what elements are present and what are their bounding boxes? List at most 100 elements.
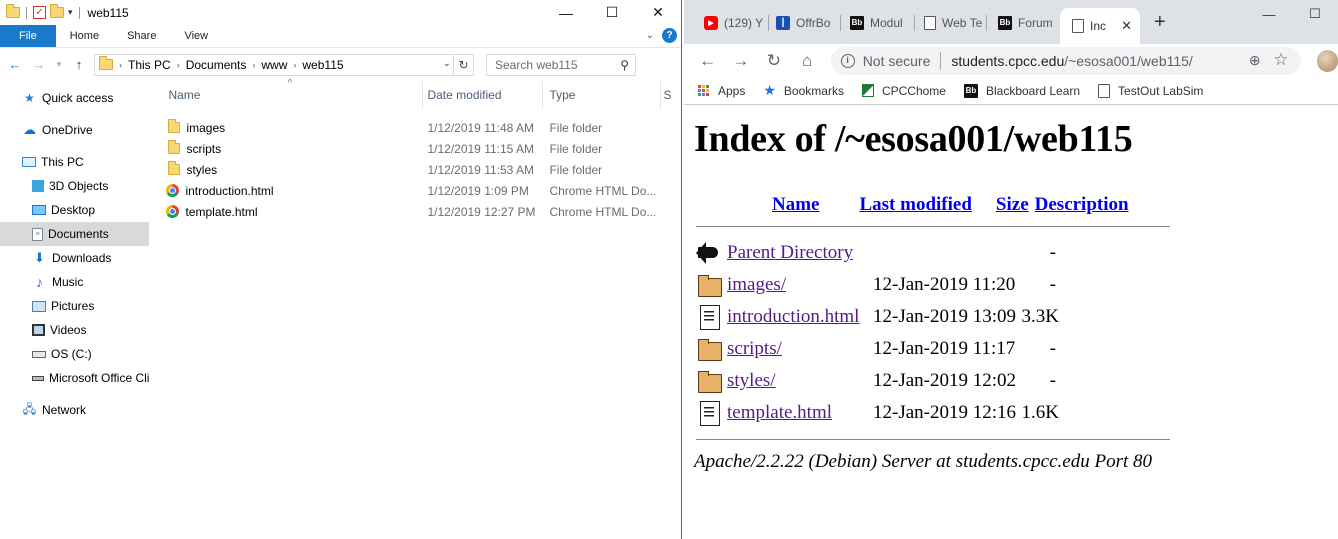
nav-item-onedrive[interactable]: ☁ OneDrive bbox=[0, 118, 149, 142]
nav-item-os-c[interactable]: OS (C:) bbox=[0, 342, 149, 366]
zoom-icon[interactable]: ⊕ bbox=[1249, 52, 1261, 69]
chevron-right-icon[interactable]: › bbox=[177, 60, 180, 70]
sort-by-modified-link[interactable]: Last modified bbox=[859, 194, 971, 216]
address-bar[interactable]: › This PC › Documents › www › web115 ⌄ ↻ bbox=[94, 53, 474, 76]
minimize-button[interactable]: — bbox=[1246, 0, 1292, 28]
browser-tab-forum[interactable]: Bb Forum bbox=[986, 8, 1062, 37]
refresh-icon[interactable]: ↻ bbox=[453, 54, 473, 75]
back-arrow-icon[interactable]: ← bbox=[6, 57, 24, 72]
omnibox[interactable]: i Not secure students.cpcc.edu/~esosa001… bbox=[830, 46, 1301, 75]
address-dropdown-icon[interactable]: ⌄ bbox=[443, 58, 451, 69]
breadcrumb-www[interactable]: www bbox=[261, 58, 287, 72]
nav-item-microsoft-office[interactable]: Microsoft Office Cli bbox=[0, 366, 149, 390]
listing-row: scripts/ 12-Jan-2019 11:17 - bbox=[696, 333, 1172, 365]
tab-file[interactable]: File bbox=[0, 25, 56, 47]
nav-item-desktop[interactable]: Desktop bbox=[0, 198, 149, 222]
up-arrow-icon[interactable]: ↑ bbox=[70, 57, 88, 72]
close-tab-icon[interactable]: ✕ bbox=[1121, 18, 1132, 34]
nav-item-quick-access[interactable]: ★ Quick access bbox=[0, 86, 149, 110]
browser-tab-modul[interactable]: Bb Modul bbox=[838, 8, 914, 37]
file-type: Chrome HTML Do... bbox=[549, 204, 657, 219]
nav-item-music[interactable]: ♪ Music bbox=[0, 270, 149, 294]
back-arrow-icon[interactable]: ← bbox=[692, 47, 723, 75]
column-header-type[interactable]: Type bbox=[543, 81, 662, 109]
entry-link-introduction[interactable]: introduction.html bbox=[727, 306, 873, 328]
close-button[interactable]: ✕ bbox=[635, 0, 681, 25]
entry-link-images[interactable]: images/ bbox=[727, 274, 873, 296]
file-row-images[interactable]: images 1/12/2019 11:48 AM File folder bbox=[166, 117, 681, 138]
divider bbox=[78, 6, 80, 19]
profile-avatar[interactable] bbox=[1316, 49, 1338, 72]
breadcrumb-documents[interactable]: Documents bbox=[186, 58, 247, 72]
star-icon: ★ bbox=[24, 91, 35, 105]
new-tab-button[interactable]: + bbox=[1154, 11, 1166, 34]
security-label[interactable]: Not secure bbox=[863, 53, 931, 69]
file-row-introduction[interactable]: introduction.html 1/12/2019 1:09 PM Chro… bbox=[166, 180, 681, 201]
browser-tab-offrbo[interactable]: | OffrBo bbox=[764, 8, 842, 37]
nav-item-videos[interactable]: Videos bbox=[0, 318, 149, 342]
window-title: web115 bbox=[87, 5, 129, 20]
entry-link-scripts[interactable]: scripts/ bbox=[727, 338, 873, 360]
parent-directory-link[interactable]: Parent Directory bbox=[727, 242, 873, 264]
customize-dropdown-icon[interactable]: ▾ bbox=[68, 7, 73, 18]
bookmark-blackboard[interactable]: Bb Blackboard Learn bbox=[963, 83, 1080, 98]
entry-link-template[interactable]: template.html bbox=[727, 402, 873, 424]
bookmark-cpcchome[interactable]: CPCChome bbox=[861, 84, 946, 98]
column-header-date-modified[interactable]: Date modified bbox=[423, 81, 544, 109]
nav-item-3d-objects[interactable]: 3D Objects bbox=[0, 174, 149, 198]
chevron-right-icon[interactable]: › bbox=[252, 60, 255, 70]
sort-by-size-link[interactable]: Size bbox=[996, 194, 1029, 216]
file-row-template[interactable]: template.html 1/12/2019 12:27 PM Chrome … bbox=[166, 201, 681, 222]
nav-item-documents[interactable]: ≡ Documents bbox=[0, 222, 150, 246]
url-path: /~esosa001/web115/ bbox=[1064, 52, 1193, 69]
browser-tab-youtube[interactable]: ▶ (129) Y bbox=[692, 8, 768, 37]
home-icon[interactable]: ⌂ bbox=[792, 47, 823, 75]
expand-ribbon-icon[interactable]: ⌄ bbox=[646, 30, 654, 41]
forward-arrow-icon[interactable]: → bbox=[30, 57, 48, 72]
browser-tab-web[interactable]: Web Te bbox=[912, 8, 986, 37]
bookmark-star-icon[interactable]: ☆ bbox=[1273, 50, 1288, 70]
maximize-button[interactable]: ☐ bbox=[1292, 0, 1338, 28]
listing-row: introduction.html 12-Jan-2019 13:09 3.3K bbox=[696, 301, 1172, 333]
search-input[interactable] bbox=[495, 57, 605, 72]
file-type: File folder bbox=[549, 162, 603, 177]
chevron-right-icon[interactable]: › bbox=[293, 60, 296, 70]
properties-icon[interactable]: ✓ bbox=[33, 6, 46, 19]
tab-view[interactable]: View bbox=[170, 25, 222, 47]
new-folder-icon[interactable] bbox=[50, 4, 64, 18]
tab-home[interactable]: Home bbox=[56, 25, 113, 47]
sort-by-name-link[interactable]: Name bbox=[772, 194, 819, 216]
bookmark-testout[interactable]: TestOut LabSim bbox=[1098, 83, 1204, 98]
file-row-scripts[interactable]: scripts 1/12/2019 11:15 AM File folder bbox=[166, 138, 681, 159]
file-date: 1/12/2019 1:09 PM bbox=[427, 183, 529, 198]
minimize-button[interactable]: — bbox=[543, 0, 589, 25]
forward-arrow-icon[interactable]: → bbox=[725, 47, 756, 75]
bookmark-label: Bookmarks bbox=[783, 83, 844, 98]
bookmark-apps[interactable]: Apps bbox=[698, 84, 745, 98]
info-icon[interactable]: i bbox=[840, 53, 855, 68]
breadcrumb-this-pc[interactable]: This PC bbox=[128, 58, 171, 72]
tab-share[interactable]: Share bbox=[113, 25, 170, 47]
column-header-size[interactable]: S bbox=[661, 81, 681, 109]
file-row-styles[interactable]: styles 1/12/2019 11:53 AM File folder bbox=[166, 159, 681, 180]
maximize-button[interactable]: ☐ bbox=[589, 0, 635, 25]
nav-item-network[interactable]: 🖧 Network bbox=[0, 398, 149, 422]
sort-by-description-link[interactable]: Description bbox=[1035, 194, 1129, 216]
column-headers: ^ Name Date modified Type S bbox=[166, 78, 681, 109]
bookmark-label: TestOut LabSim bbox=[1118, 83, 1204, 98]
browser-toolbar: ← → ↻ ⌂ i Not secure students.cpcc.edu/~… bbox=[684, 44, 1338, 77]
browser-tab-index-active[interactable]: Inc ✕ bbox=[1060, 8, 1140, 44]
column-header-name[interactable]: Name bbox=[166, 81, 424, 109]
entry-link-styles[interactable]: styles/ bbox=[727, 370, 873, 392]
nav-item-this-pc[interactable]: This PC bbox=[0, 150, 149, 174]
file-date: 1/12/2019 11:15 AM bbox=[427, 141, 534, 156]
help-icon[interactable]: ? bbox=[662, 28, 677, 43]
breadcrumb-web115[interactable]: web115 bbox=[302, 58, 343, 72]
entry-modified: 12-Jan-2019 11:20 bbox=[873, 274, 1016, 295]
nav-item-downloads[interactable]: ⬇ Downloads bbox=[0, 246, 149, 270]
bookmark-bookmarks[interactable]: ★ Bookmarks bbox=[763, 82, 844, 99]
recent-locations-icon[interactable]: ▾ bbox=[54, 59, 64, 70]
reload-icon[interactable]: ↻ bbox=[758, 47, 789, 75]
page-icon bbox=[1098, 83, 1111, 98]
nav-item-pictures[interactable]: Pictures bbox=[0, 294, 149, 318]
